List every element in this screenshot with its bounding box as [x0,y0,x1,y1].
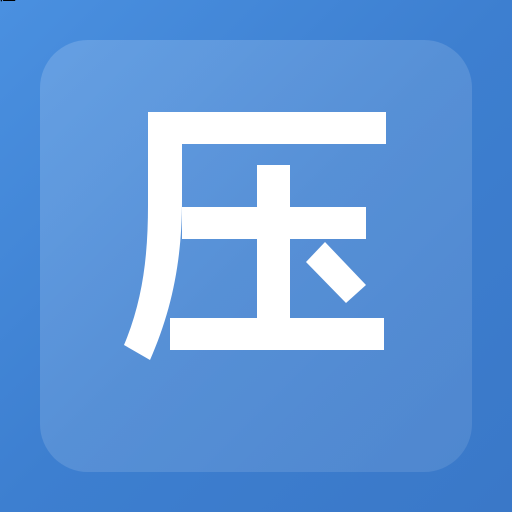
ya-character-text: 压 [0,0,16,4]
ya-character-icon: 压 [0,0,386,360]
